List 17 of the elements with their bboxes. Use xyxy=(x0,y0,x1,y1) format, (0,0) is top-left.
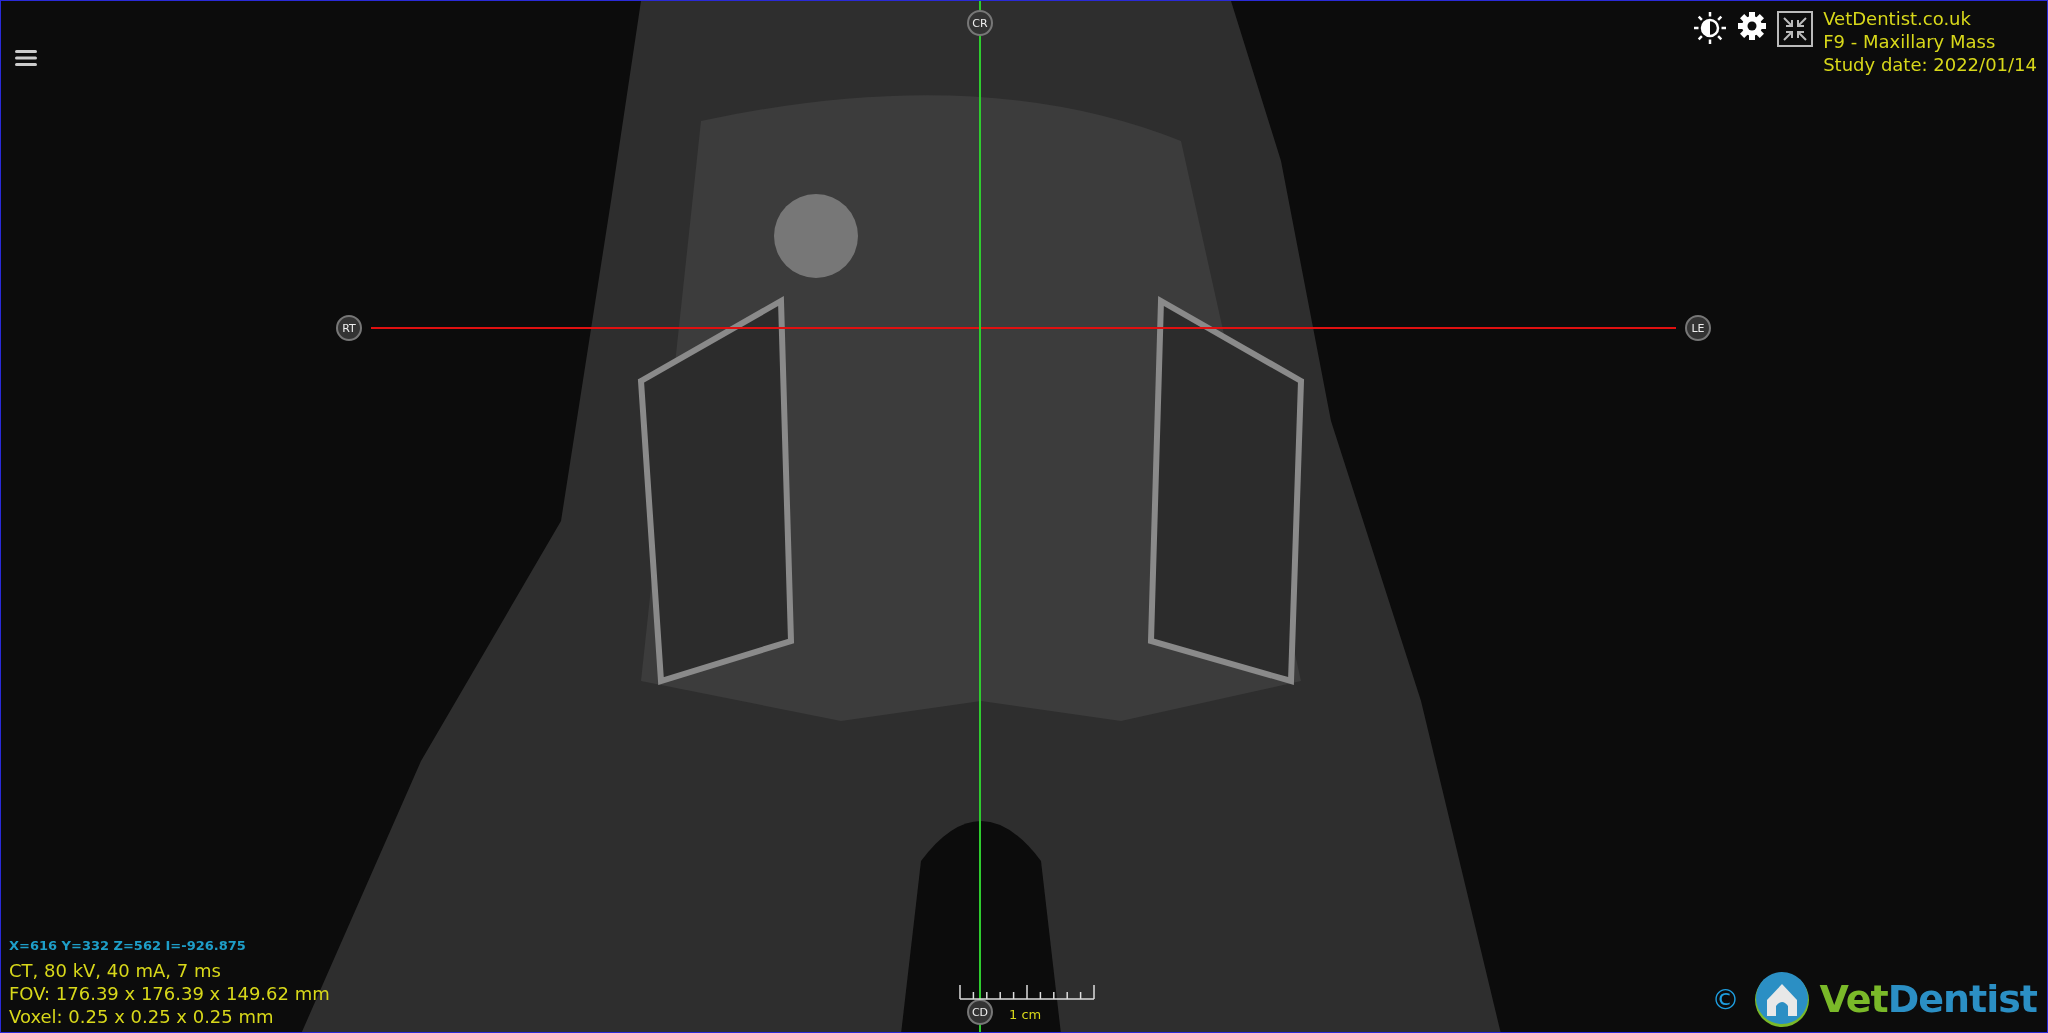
copyright-symbol: © xyxy=(1711,982,1740,1016)
logo-text: VetDentist xyxy=(1819,977,2037,1021)
acquisition-info: CT, 80 kV, 40 mA, 7 ms xyxy=(9,959,221,982)
acquisition-info: FOV: 176.39 x 176.39 x 149.62 mm xyxy=(9,982,330,1005)
acquisition-info: Voxel: 0.25 x 0.25 x 0.25 mm xyxy=(9,1005,274,1028)
scale-label: 1 cm xyxy=(1009,1007,1042,1022)
study-date: Study date: 2022/01/14 xyxy=(1823,53,2037,76)
settings-icon[interactable] xyxy=(1737,11,1768,41)
site-name: VetDentist.co.uk xyxy=(1823,7,1972,30)
case-title: F9 - Maxillary Mass xyxy=(1823,30,1997,53)
brightness-icon[interactable] xyxy=(1693,11,1728,45)
collapse-icon[interactable] xyxy=(1777,11,1814,47)
orientation-marker: RT xyxy=(336,315,362,341)
menu-icon[interactable] xyxy=(15,49,37,67)
house-logo-icon xyxy=(1753,970,1812,1028)
cursor-readout: X=616 Y=332 Z=562 I=-926.875 xyxy=(9,938,246,953)
orientation-marker: LE xyxy=(1685,315,1711,341)
